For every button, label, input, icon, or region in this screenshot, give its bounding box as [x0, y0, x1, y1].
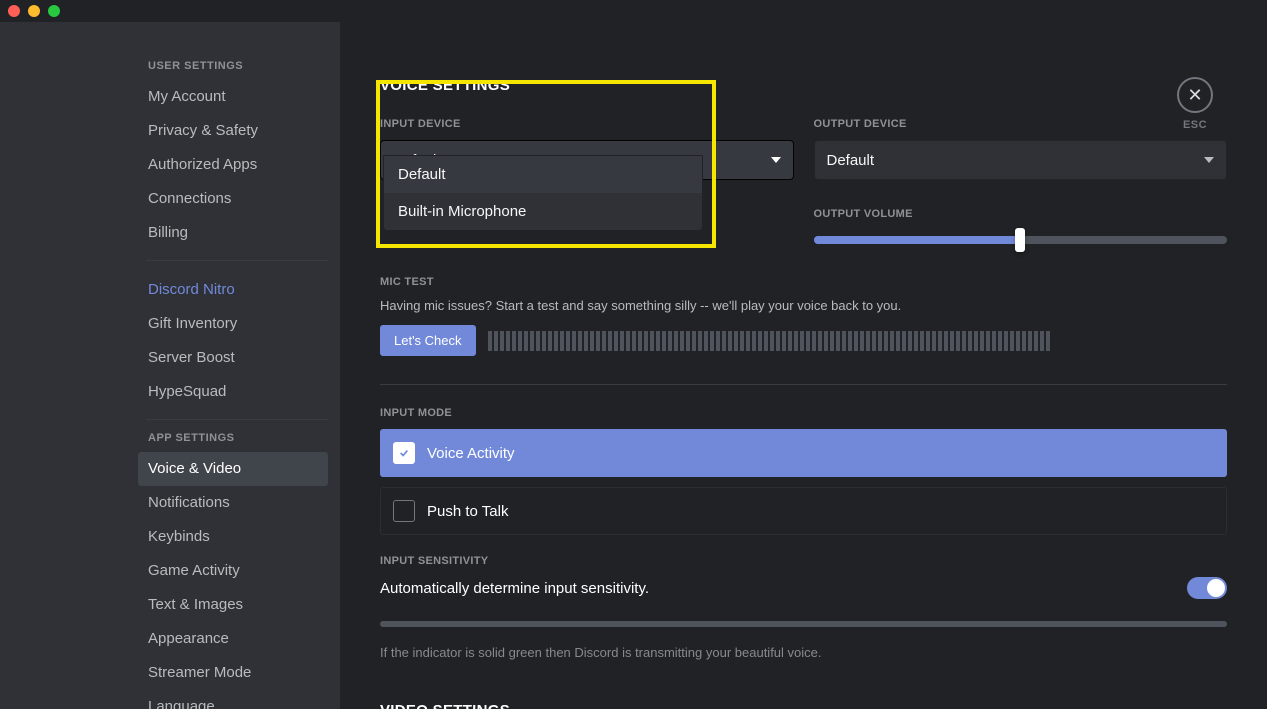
app-settings-header: APP SETTINGS: [148, 432, 328, 452]
minimize-window-button[interactable]: [28, 5, 40, 17]
user-settings-header: USER SETTINGS: [148, 60, 328, 80]
sidebar-item-billing[interactable]: Billing: [138, 216, 328, 250]
output-device-value: Default: [827, 152, 875, 169]
sidebar-item-server-boost[interactable]: Server Boost: [138, 341, 328, 375]
settings-content: VOICE SETTINGS INPUT DEVICE Default OUTP…: [340, 22, 1267, 709]
sidebar-item-my-account[interactable]: My Account: [138, 80, 328, 114]
checkbox-unchecked-icon: [393, 500, 415, 522]
divider: [380, 384, 1227, 385]
output-volume-slider[interactable]: [814, 236, 1228, 244]
sidebar-item-streamer-mode[interactable]: Streamer Mode: [138, 656, 328, 690]
input-device-dropdown: Default Built-in Microphone: [383, 155, 703, 231]
input-sensitivity-label: INPUT SENSITIVITY: [380, 555, 1227, 567]
sensitivity-indicator: [380, 621, 1227, 627]
sidebar-item-privacy[interactable]: Privacy & Safety: [138, 114, 328, 148]
sidebar-divider: [146, 260, 328, 261]
sidebar-item-notifications[interactable]: Notifications: [138, 486, 328, 520]
close-window-button[interactable]: [8, 5, 20, 17]
mic-test-label: MIC TEST: [380, 276, 1227, 288]
sidebar-item-voice-video[interactable]: Voice & Video: [138, 452, 328, 486]
close-icon: ✕: [1187, 85, 1202, 106]
dropdown-option-default[interactable]: Default: [384, 156, 702, 193]
input-mode-voice-activity[interactable]: Voice Activity: [380, 429, 1227, 477]
sidebar-item-nitro[interactable]: Discord Nitro: [138, 273, 328, 307]
output-device-label: OUTPUT DEVICE: [814, 118, 1228, 130]
settings-sidebar: USER SETTINGS My Account Privacy & Safet…: [0, 22, 340, 709]
chevron-down-icon: [771, 157, 781, 163]
auto-sensitivity-text: Automatically determine input sensitivit…: [380, 580, 649, 597]
sidebar-item-keybinds[interactable]: Keybinds: [138, 520, 328, 554]
dropdown-option-builtin-mic[interactable]: Built-in Microphone: [384, 193, 702, 230]
window-titlebar: [0, 0, 1267, 22]
output-volume-label: OUTPUT VOLUME: [814, 208, 1228, 220]
sidebar-item-language[interactable]: Language: [138, 690, 328, 709]
input-mode-label: INPUT MODE: [380, 407, 1227, 419]
sensitivity-description: If the indicator is solid green then Dis…: [380, 645, 1227, 660]
checkbox-checked-icon: [393, 442, 415, 464]
sidebar-item-text-images[interactable]: Text & Images: [138, 588, 328, 622]
push-to-talk-label: Push to Talk: [427, 503, 508, 520]
video-settings-title: VIDEO SETTINGS: [380, 702, 1227, 709]
input-mode-push-to-talk[interactable]: Push to Talk: [380, 487, 1227, 535]
mic-test-description: Having mic issues? Start a test and say …: [380, 298, 1227, 313]
toggle-knob: [1207, 579, 1225, 597]
sidebar-divider: [146, 419, 328, 420]
close-button[interactable]: ✕: [1177, 77, 1213, 113]
input-device-label: INPUT DEVICE: [380, 118, 794, 130]
sidebar-item-game-activity[interactable]: Game Activity: [138, 554, 328, 588]
esc-label: ESC: [1177, 119, 1213, 131]
sidebar-item-authorized-apps[interactable]: Authorized Apps: [138, 148, 328, 182]
sidebar-item-hypesquad[interactable]: HypeSquad: [138, 375, 328, 409]
slider-thumb[interactable]: [1015, 228, 1025, 252]
output-device-select[interactable]: Default: [814, 140, 1228, 180]
page-title: VOICE SETTINGS: [380, 77, 1227, 94]
sidebar-item-gift-inventory[interactable]: Gift Inventory: [138, 307, 328, 341]
sidebar-item-appearance[interactable]: Appearance: [138, 622, 328, 656]
close-settings: ✕ ESC: [1177, 77, 1213, 131]
chevron-down-icon: [1204, 157, 1214, 163]
maximize-window-button[interactable]: [48, 5, 60, 17]
auto-sensitivity-toggle[interactable]: [1187, 577, 1227, 599]
sidebar-item-connections[interactable]: Connections: [138, 182, 328, 216]
voice-activity-label: Voice Activity: [427, 445, 515, 462]
lets-check-button[interactable]: Let's Check: [380, 325, 476, 356]
mic-level-meter: [488, 331, 1227, 351]
